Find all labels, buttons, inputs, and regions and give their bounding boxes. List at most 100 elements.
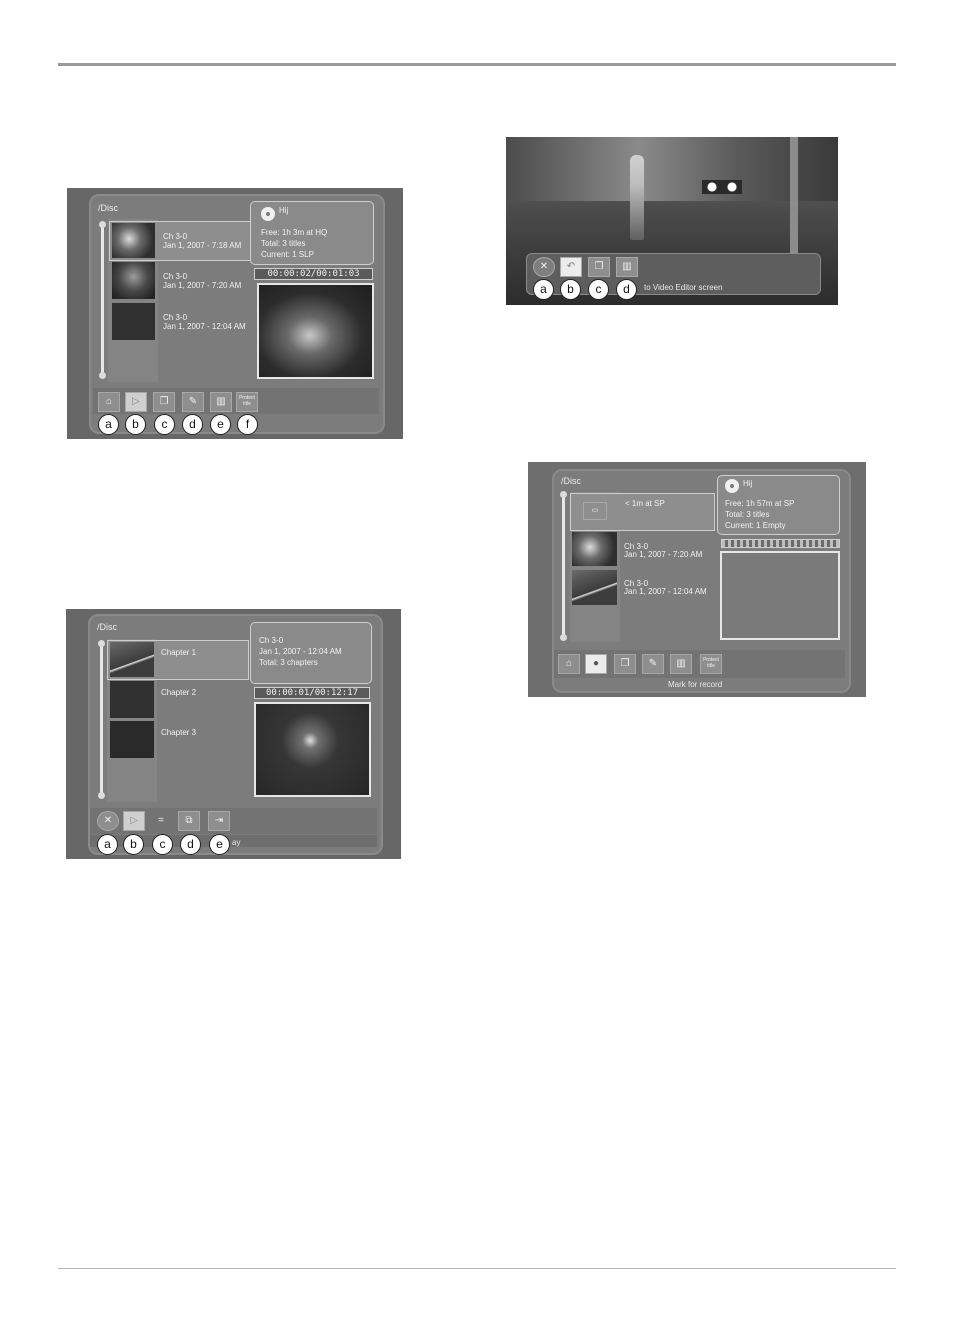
- row-date: Jan 1, 2007 - 12:04 AM: [163, 322, 246, 331]
- play-button[interactable]: ▷: [123, 811, 145, 831]
- scroll-up-icon[interactable]: [99, 221, 106, 228]
- protect-title-button[interactable]: Protect title: [236, 392, 258, 412]
- protect-title-label: Protect title: [703, 657, 719, 669]
- row-date: Jan 1, 2007 - 7:20 AM: [624, 550, 703, 559]
- chapter-label: Chapter 2: [161, 688, 197, 697]
- time-counter: 00:00:01/00:12:17: [254, 687, 370, 699]
- record-slot-icon: ▭: [583, 502, 607, 520]
- callout-c: c: [588, 279, 609, 300]
- scroll-down-icon[interactable]: [99, 372, 106, 379]
- header-rule: [58, 63, 896, 66]
- preview-window: [257, 283, 374, 379]
- path-label: /Disc: [561, 476, 581, 486]
- home-button[interactable]: ⌂: [558, 654, 580, 674]
- status-text: Mark for record: [668, 680, 723, 689]
- callout-b: b: [560, 279, 581, 300]
- status-text: ay: [232, 838, 241, 847]
- delete-button[interactable]: ▥: [210, 392, 232, 412]
- callout-d: d: [180, 834, 201, 855]
- title-channel: Ch 3-0: [259, 636, 284, 645]
- video-editor-screenshot: ✕ ↶ ❐ ▥ to Video Editor screen a b c d: [506, 137, 838, 305]
- time-counter-empty: [721, 539, 840, 548]
- chapters-button[interactable]: ❐: [614, 654, 636, 674]
- record-slot-label: < 1m at SP: [625, 499, 665, 508]
- time-counter: 00:00:02/00:01:03: [254, 268, 373, 280]
- undo-button[interactable]: ↶: [560, 257, 582, 277]
- disc-name: Hij: [279, 206, 289, 215]
- record-button[interactable]: ●: [585, 654, 607, 674]
- chapter-thumbnail: [110, 681, 154, 718]
- close-button[interactable]: ✕: [533, 257, 555, 277]
- home-button[interactable]: ⌂: [98, 392, 120, 412]
- video-scene-wall: [506, 137, 838, 201]
- delete-button[interactable]: ▥: [670, 654, 692, 674]
- scrollbar[interactable]: [101, 224, 104, 374]
- scrollbar[interactable]: [100, 643, 103, 795]
- chapter-label: Chapter 3: [161, 728, 197, 737]
- scrollbar[interactable]: [562, 494, 565, 636]
- callout-e: e: [210, 414, 231, 435]
- copy-button[interactable]: ❐: [588, 257, 610, 277]
- total-titles: Total: 3 titles: [261, 239, 306, 248]
- video-scene-lights: [702, 180, 742, 194]
- title-thumbnail: [112, 223, 155, 258]
- video-scene-pillar: [790, 137, 798, 255]
- chapter-label: Chapter 1: [161, 648, 197, 657]
- disc-icon: [725, 479, 739, 493]
- footer-rule: [58, 1268, 896, 1269]
- callout-c: c: [154, 414, 175, 435]
- callout-d: d: [616, 279, 637, 300]
- chapter-thumbnail: [110, 642, 154, 677]
- callout-d: d: [182, 414, 203, 435]
- current-title: Current: 1 Empty: [725, 521, 786, 530]
- callout-c: c: [152, 834, 173, 855]
- status-text: to Video Editor screen: [644, 283, 723, 292]
- disc-icon: [261, 207, 275, 221]
- total-chapters: Total: 3 chapters: [259, 658, 318, 667]
- edit-button[interactable]: ✎: [642, 654, 664, 674]
- chapter-menu-screenshot: /Disc Chapter 1 Chapter 2 Chapter 3 Ch 3…: [66, 609, 401, 859]
- scroll-down-icon[interactable]: [98, 792, 105, 799]
- title-thumbnail: [112, 262, 155, 299]
- row-channel: Ch 3-0: [163, 313, 188, 322]
- split-chapter-button[interactable]: ⧉: [178, 811, 200, 831]
- current-title: Current: 1 SLP: [261, 250, 314, 259]
- disc-menu-screenshot: /Disc Ch 3-0 Jan 1, 2007 - 7:18 AM Ch 3-…: [67, 188, 403, 439]
- chapters-button[interactable]: ❐: [153, 392, 175, 412]
- record-menu-screenshot: /Disc ▭ < 1m at SP Ch 3-0 Jan 1, 2007 - …: [528, 462, 866, 697]
- free-space: Free: 1h 57m at SP: [725, 499, 795, 508]
- row-date: Jan 1, 2007 - 7:18 AM: [163, 241, 242, 250]
- row-date: Jan 1, 2007 - 7:20 AM: [163, 281, 242, 290]
- row-channel: Ch 3-0: [163, 232, 188, 241]
- callout-f: f: [237, 414, 258, 435]
- title-thumbnail: [572, 570, 617, 605]
- trash-button[interactable]: ▥: [616, 257, 638, 277]
- scroll-down-icon[interactable]: [560, 634, 567, 641]
- title-thumbnail: [572, 532, 617, 566]
- callout-b: b: [123, 834, 144, 855]
- row-channel: Ch 3-0: [163, 272, 188, 281]
- total-titles: Total: 3 titles: [725, 510, 770, 519]
- path-label: /Disc: [97, 622, 117, 632]
- protect-title-label: Protect title: [239, 395, 255, 407]
- path-label: /Disc: [98, 203, 118, 213]
- edit-button[interactable]: ✎: [182, 392, 204, 412]
- option-c-button[interactable]: =: [150, 811, 172, 831]
- title-thumbnail: [112, 303, 155, 340]
- scroll-up-icon[interactable]: [560, 491, 567, 498]
- scroll-up-icon[interactable]: [98, 640, 105, 647]
- callout-e: e: [209, 834, 230, 855]
- title-date: Jan 1, 2007 - 12:04 AM: [259, 647, 342, 656]
- merge-chapter-button[interactable]: ⇥: [208, 811, 230, 831]
- close-button[interactable]: ✕: [97, 811, 119, 831]
- callout-a: a: [97, 834, 118, 855]
- callout-a: a: [98, 414, 119, 435]
- preview-window: [720, 551, 840, 640]
- row-date: Jan 1, 2007 - 12:04 AM: [624, 587, 707, 596]
- free-space: Free: 1h 3m at HQ: [261, 228, 328, 237]
- video-scene-figure: [630, 155, 644, 240]
- play-button[interactable]: ▷: [125, 392, 147, 412]
- chapter-thumbnail: [110, 721, 154, 758]
- preview-window: [254, 702, 371, 797]
- protect-title-button[interactable]: Protect title: [700, 654, 722, 674]
